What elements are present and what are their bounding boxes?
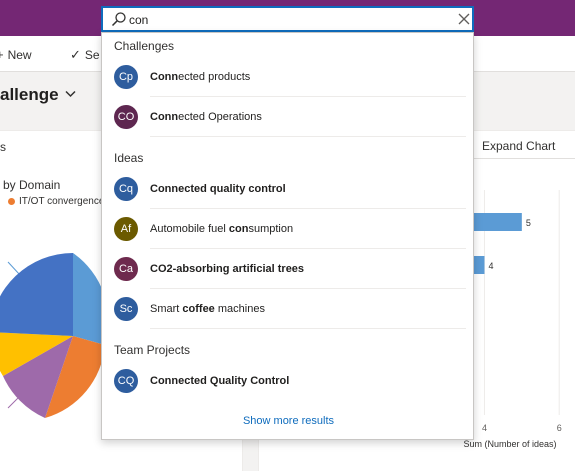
- checkmark-icon: ✓: [70, 47, 81, 62]
- page-title[interactable]: allenge: [0, 85, 76, 105]
- result-label: CO2-absorbing artificial trees: [150, 263, 305, 275]
- bar-data-label: 4: [488, 261, 493, 271]
- divider: [150, 136, 466, 137]
- x-tick-label: 6: [557, 423, 562, 433]
- pie-chart: [0, 252, 109, 418]
- avatar: CQ: [114, 369, 138, 393]
- search-box[interactable]: [101, 6, 474, 32]
- avatar: Cp: [114, 65, 138, 89]
- search-result-item[interactable]: Sc Smart coffee machines: [114, 289, 466, 329]
- result-label: Connected quality control: [150, 183, 286, 195]
- search-result-item[interactable]: Ca CO2-absorbing artificial trees: [114, 249, 466, 289]
- section-header: Challenges: [114, 39, 175, 53]
- legend-item: IT/OT convergence: [8, 196, 104, 207]
- result-label: Smart coffee machines: [150, 303, 265, 315]
- left-card-tab[interactable]: s: [0, 140, 6, 154]
- divider: [150, 328, 466, 329]
- page-title-text: allenge: [0, 85, 59, 104]
- search-input[interactable]: [129, 11, 429, 29]
- x-tick-label: 4: [482, 423, 487, 433]
- result-label: Automobile fuel consumption: [150, 223, 294, 235]
- chevron-down-icon[interactable]: [65, 89, 76, 101]
- avatar: CO: [114, 105, 138, 129]
- search-result-item[interactable]: CO Connected Operations: [114, 97, 466, 137]
- second-command-label: Se: [84, 48, 100, 62]
- expand-chart-button[interactable]: Expand Chart: [482, 139, 555, 153]
- bar-data-label: 5: [526, 218, 531, 228]
- search-icon: [111, 12, 126, 27]
- search-result-item[interactable]: Cq Connected quality control: [114, 169, 466, 209]
- new-button[interactable]: + New: [0, 47, 32, 62]
- legend-dot: [8, 198, 15, 205]
- avatar: Cq: [114, 177, 138, 201]
- search-result-item[interactable]: Af Automobile fuel consumption: [114, 209, 466, 249]
- avatar: Af: [114, 217, 138, 241]
- search-result-item[interactable]: CQ Connected Quality Control: [114, 361, 466, 401]
- pie-leader-line: [7, 261, 21, 276]
- result-label: Connected Operations: [150, 111, 262, 123]
- second-command-button[interactable]: ✓ Se: [70, 47, 100, 63]
- section-header: Team Projects: [114, 343, 191, 357]
- close-icon[interactable]: [457, 12, 471, 26]
- show-more-results-link[interactable]: Show more results: [102, 415, 475, 427]
- search-results-dropdown: Show more results Challenges Cp Connected …: [101, 32, 474, 440]
- result-label: Connected products: [150, 71, 251, 83]
- x-axis-label: Sum (Number of ideas): [463, 439, 556, 449]
- result-label: Connected Quality Control: [150, 375, 290, 387]
- new-button-label: New: [7, 47, 32, 62]
- avatar: Sc: [114, 297, 138, 321]
- legend-label: IT/OT convergence: [19, 196, 105, 207]
- chart-title: by Domain: [3, 178, 61, 192]
- section-header: Ideas: [114, 151, 144, 165]
- avatar: Ca: [114, 257, 138, 281]
- plus-icon: +: [0, 47, 4, 62]
- search-result-item[interactable]: Cp Connected products: [114, 57, 466, 97]
